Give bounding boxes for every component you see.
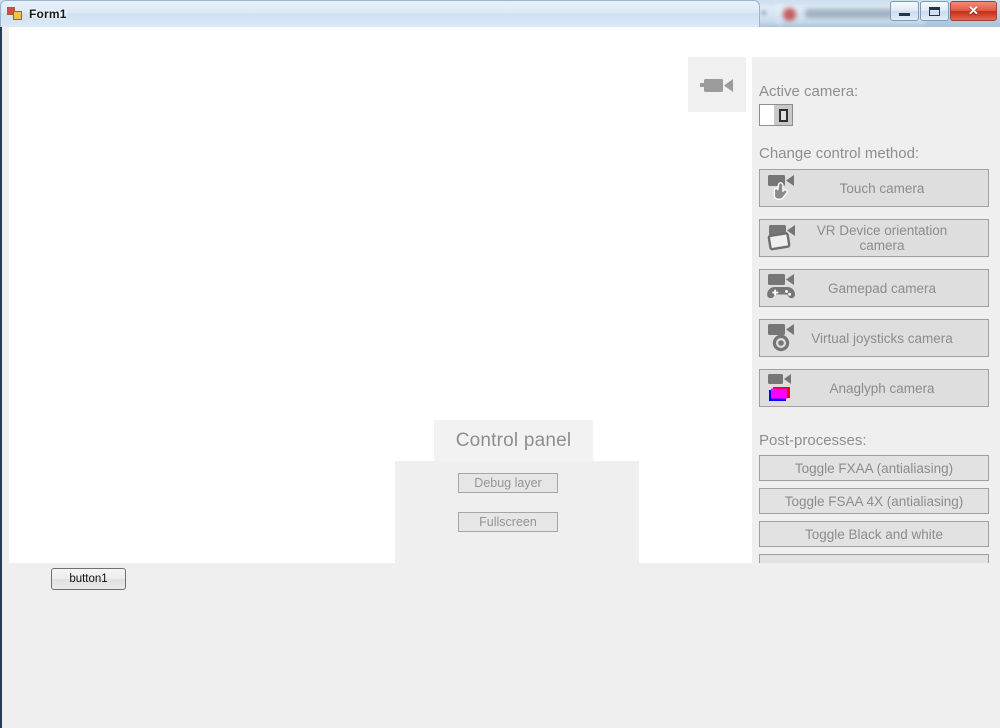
vr-device-orientation-camera-button[interactable]: VR Device orientation camera (759, 219, 989, 257)
toggle-black-and-white-button[interactable]: Toggle Black and white (759, 521, 989, 547)
minimize-button[interactable] (890, 1, 919, 21)
toggle-off-segment (760, 105, 774, 125)
change-control-method-label: Change control method: (759, 145, 920, 162)
close-icon: ✕ (968, 3, 979, 18)
anaglyph-camera-label: Anaglyph camera (829, 380, 935, 396)
camera-tab[interactable] (688, 57, 746, 112)
active-camera-toggle[interactable] (759, 104, 793, 126)
touch-camera-button[interactable]: Touch camera (759, 169, 989, 207)
control-panel-title: Control panel (455, 429, 572, 451)
screen-root: ✕ ✕ ✕ ✕ Form1 (0, 0, 1000, 728)
gamepad-camera-button[interactable]: Gamepad camera (759, 269, 989, 307)
post-processes-label: Post-processes: (759, 432, 867, 449)
button1[interactable]: button1 (51, 568, 126, 590)
webgl-viewport[interactable]: Control panel Debug layer Fullscreen Act… (9, 27, 1000, 563)
camera-sidebar: Active camera: Change control method: To… (752, 57, 1000, 563)
window-title: Form1 (29, 7, 67, 21)
anaglyph-camera-icon (760, 370, 806, 406)
debug-layer-button[interactable]: Debug layer (458, 473, 558, 493)
vr-device-orientation-camera-label: VR Device orientation camera (816, 223, 948, 253)
control-panel: Control panel Debug layer Fullscreen (395, 420, 639, 563)
virtual-joysticks-camera-button[interactable]: Virtual joysticks camera (759, 319, 989, 357)
vr-device-orientation-camera-icon (760, 220, 806, 256)
touch-camera-icon (760, 170, 806, 206)
toggle-knob-icon (778, 108, 788, 122)
gamepad-camera-icon (760, 270, 806, 306)
toggle-fxaa-button[interactable]: Toggle FXAA (antialiasing) (759, 455, 989, 481)
form-client-area: Control panel Debug layer Fullscreen Act… (0, 27, 1000, 728)
touch-camera-label: Touch camera (839, 180, 925, 196)
window-controls: ✕ (890, 1, 997, 21)
gamepad-camera-label: Gamepad camera (827, 280, 937, 296)
anaglyph-camera-button[interactable]: Anaglyph camera (759, 369, 989, 407)
camcorder-icon (700, 78, 733, 92)
maximize-button[interactable] (920, 1, 949, 21)
control-panel-header: Control panel (434, 420, 593, 461)
toggle-on-segment (774, 105, 792, 125)
close-button[interactable]: ✕ (950, 1, 997, 21)
virtual-joysticks-camera-label: Virtual joysticks camera (811, 330, 953, 346)
window-titlebar[interactable]: Form1 (0, 0, 760, 27)
maximize-icon (929, 6, 940, 16)
virtual-joysticks-camera-icon (760, 320, 806, 356)
active-camera-label: Active camera: (759, 83, 859, 100)
toggle-fsaa-4x-button[interactable]: Toggle FSAA 4X (antialiasing) (759, 488, 989, 514)
fullscreen-button[interactable]: Fullscreen (458, 512, 558, 532)
post-process-button-clipped[interactable] (759, 554, 989, 563)
form-window: Form1 ✕ Control panel Debug layer Fullsc… (0, 0, 1000, 728)
winforms-icon (7, 6, 23, 22)
minimize-icon (899, 13, 910, 16)
